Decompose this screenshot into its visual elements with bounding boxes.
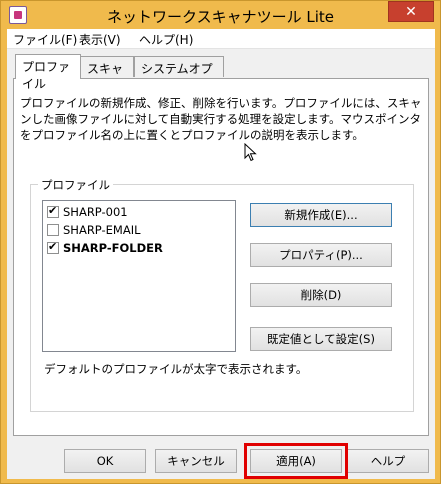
tab-system-options[interactable]: システムオプション — [134, 56, 224, 93]
list-item-sharp-email[interactable]: SHARP-EMAIL — [47, 221, 141, 239]
default-profile-note: デフォルトのプロファイルが太字で表示されます。 — [44, 362, 308, 376]
app-window: ネットワークスキャナツール Lite ✕ ファイル(F) 表示(V) ヘルプ(H… — [0, 0, 441, 484]
properties-button[interactable]: プロパティ(P)... — [250, 243, 392, 267]
client-area: ファイル(F) 表示(V) ヘルプ(H) プロファイル スキャナ システムオプシ… — [7, 29, 435, 479]
menu-help[interactable]: ヘルプ(H) — [138, 31, 194, 48]
checkbox-checked-icon[interactable] — [47, 204, 59, 218]
profile-name: SHARP-EMAIL — [63, 223, 141, 237]
menu-file[interactable]: ファイル(F) — [12, 31, 78, 48]
tab-scanner[interactable]: スキャナ — [80, 56, 134, 93]
profile-name: SHARP-001 — [63, 205, 128, 219]
profile-group-label: プロファイル — [38, 177, 113, 193]
profile-description: プロファイルの新規作成、修正、削除を行います。プロファイルには、スキャンした画像… — [20, 96, 422, 142]
set-default-button[interactable]: 既定値として設定(S) — [250, 327, 392, 351]
close-button[interactable]: ✕ — [388, 1, 434, 22]
menu-view[interactable]: 表示(V) — [78, 31, 122, 48]
list-item-sharp-folder[interactable]: SHARP-FOLDER — [47, 239, 163, 257]
checkbox-unchecked-icon[interactable] — [47, 224, 59, 236]
list-item-sharp-001[interactable]: SHARP-001 — [47, 203, 128, 221]
help-button[interactable]: ヘルプ — [347, 449, 429, 473]
mouse-pointer-icon — [244, 142, 258, 166]
delete-button[interactable]: 削除(D) — [250, 283, 392, 307]
profile-tab-panel: プロファイルの新規作成、修正、削除を行います。プロファイルには、スキャンした画像… — [13, 78, 429, 436]
ok-button[interactable]: OK — [64, 449, 146, 473]
new-profile-button[interactable]: 新規作成(E)... — [250, 203, 392, 227]
checkbox-checked-icon[interactable] — [47, 240, 59, 254]
tab-profile[interactable]: プロファイル — [15, 54, 81, 91]
menu-bar: ファイル(F) 表示(V) ヘルプ(H) — [7, 29, 435, 49]
cancel-button[interactable]: キャンセル — [155, 449, 237, 473]
profile-list[interactable]: SHARP-001 SHARP-EMAIL SHARP-FOLDER — [42, 200, 236, 352]
profile-name-default: SHARP-FOLDER — [63, 241, 163, 255]
title-bar: ネットワークスキャナツール Lite ✕ — [1, 1, 440, 29]
window-title: ネットワークスキャナツール Lite — [107, 8, 334, 26]
apply-button-highlight — [244, 443, 348, 479]
